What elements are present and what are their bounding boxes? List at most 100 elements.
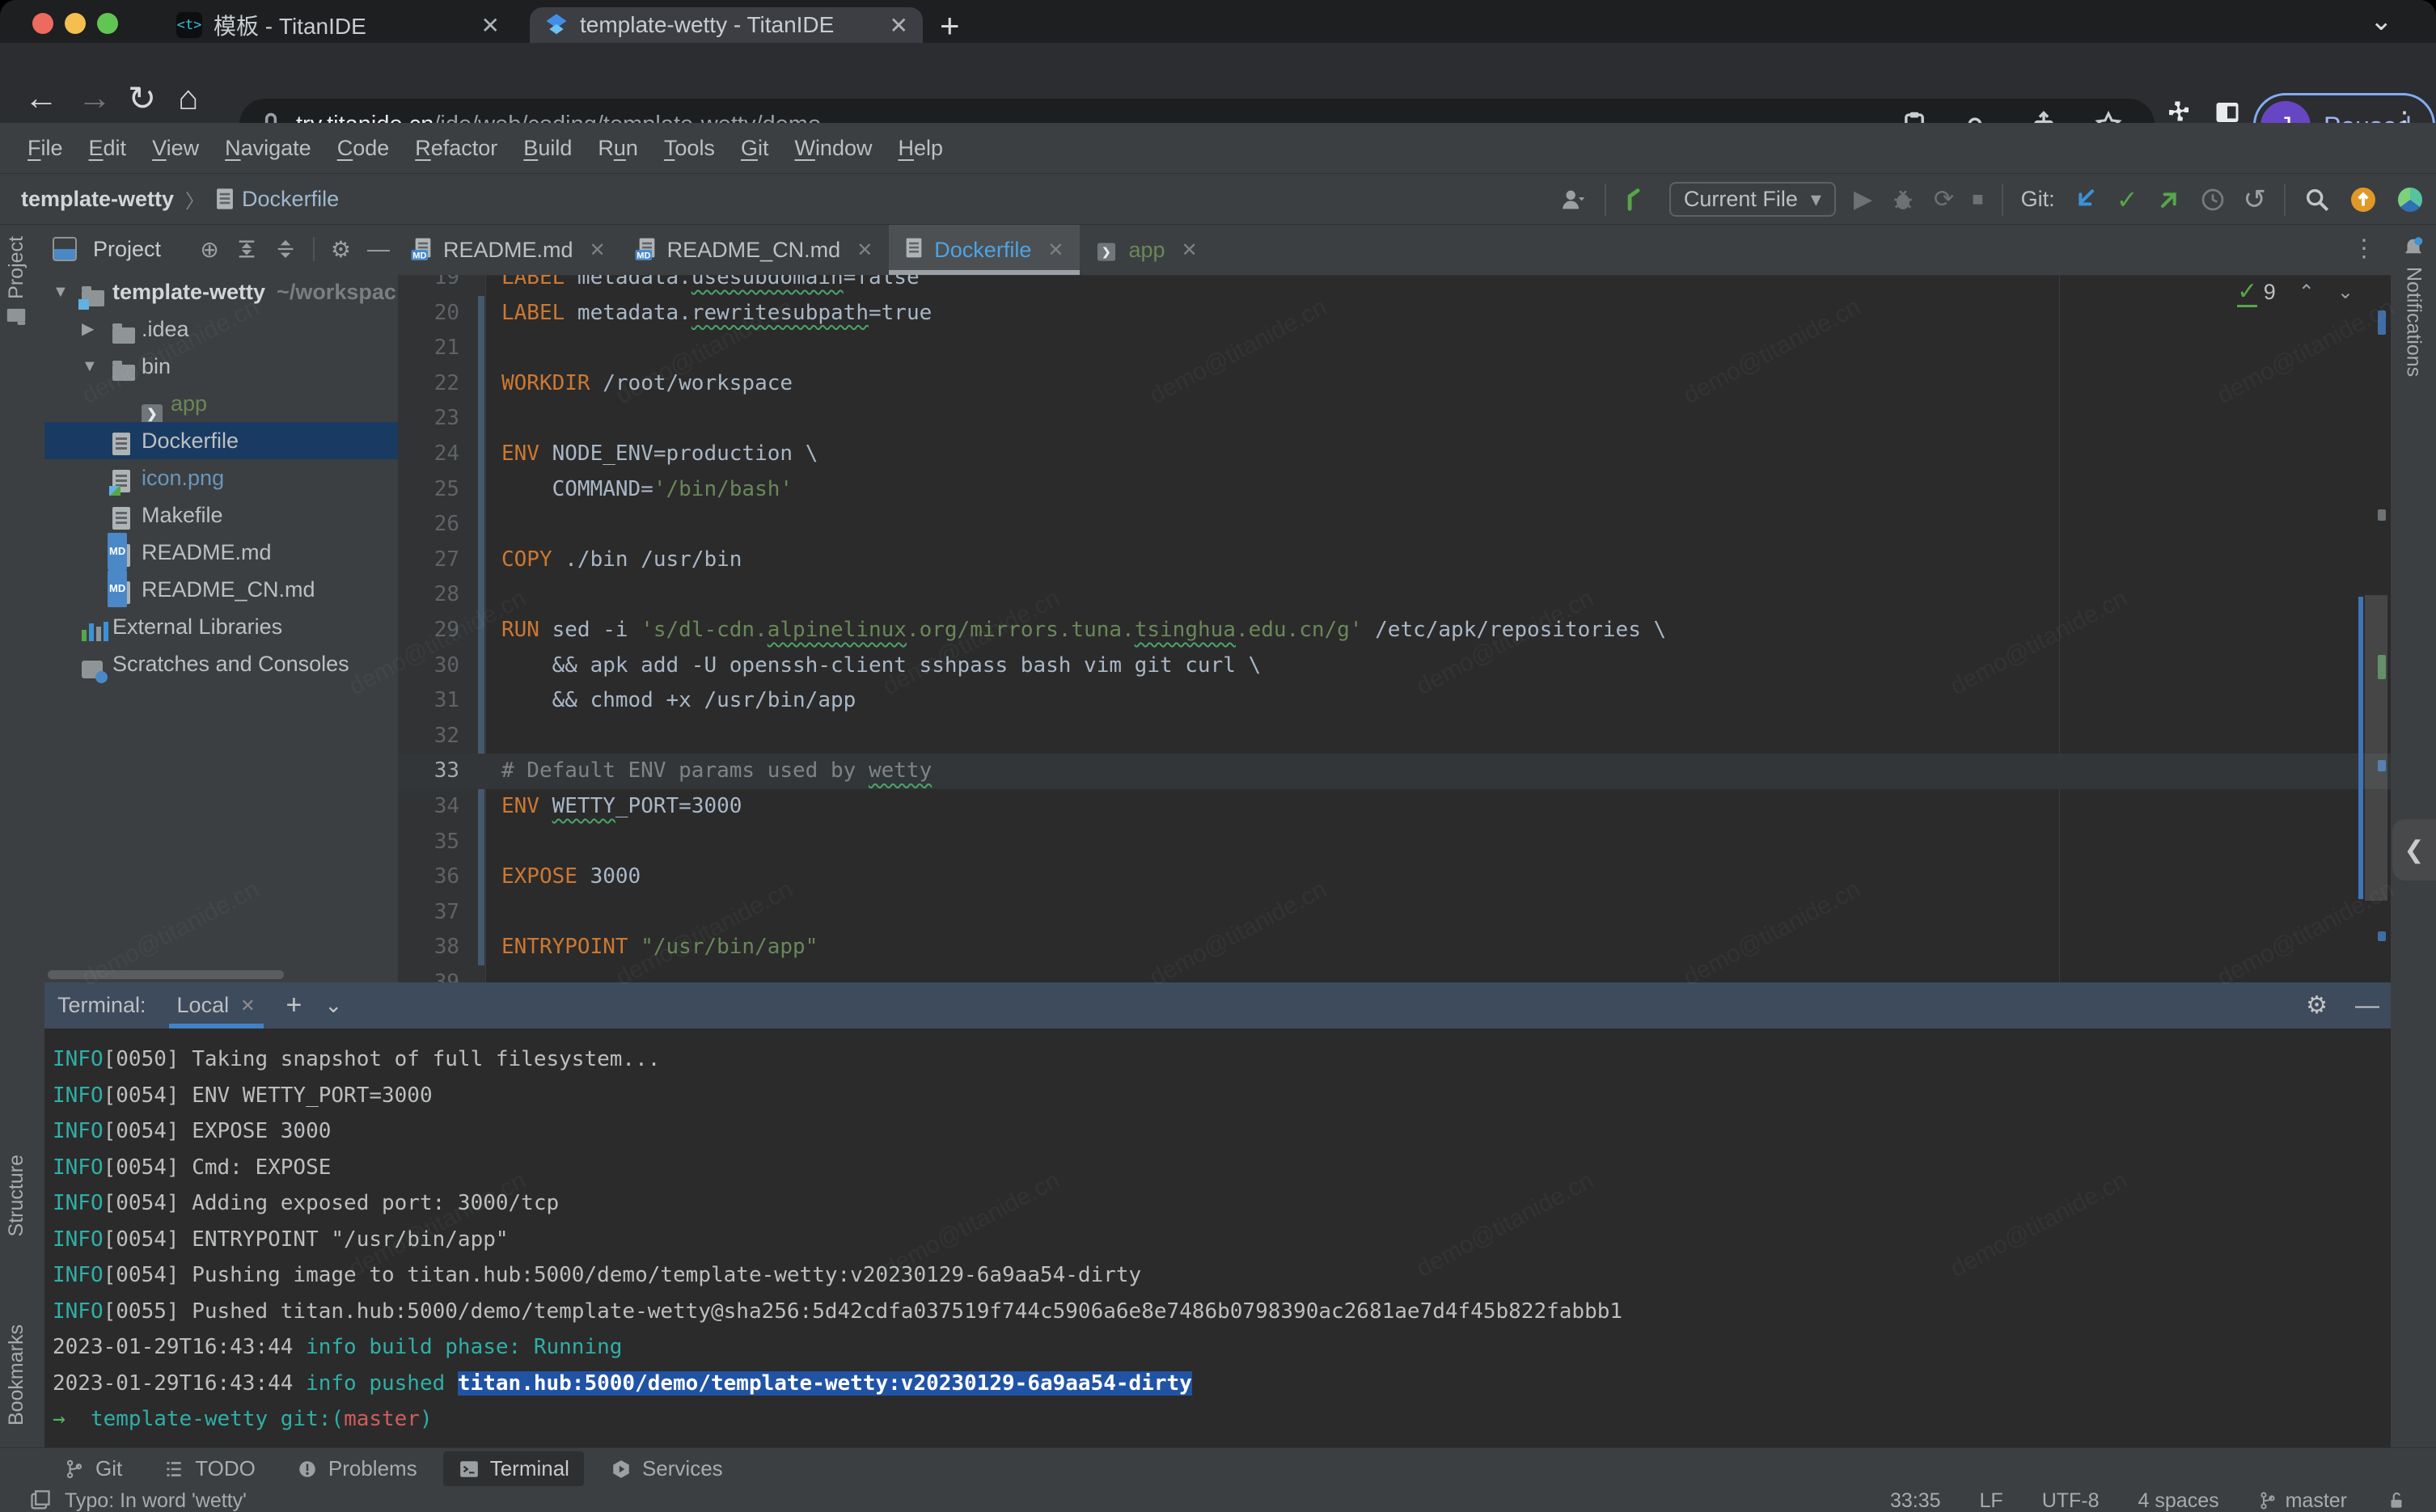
menu-git[interactable]: Git xyxy=(728,136,782,161)
tab-search-icon[interactable]: ⌄ xyxy=(2370,5,2393,37)
caret-position[interactable]: 33:35 xyxy=(1890,1489,1941,1512)
collapse-all-icon[interactable] xyxy=(274,238,297,260)
restore-panel-chevron[interactable]: ❮ xyxy=(2392,819,2436,881)
tool-stripe-bookmarks[interactable]: Bookmarks xyxy=(5,1324,28,1425)
toolwindow-button-git[interactable]: Git xyxy=(49,1451,137,1486)
back-icon[interactable]: ← xyxy=(24,78,58,117)
stripe-mark-blue[interactable] xyxy=(2378,310,2386,335)
stripe-mark-blue[interactable] xyxy=(2378,931,2386,941)
next-problem-icon[interactable]: ⌄ xyxy=(2337,281,2354,304)
code-line-37[interactable]: 37 xyxy=(398,895,2391,931)
user-dropdown-icon[interactable] xyxy=(1559,186,1587,213)
tree-item-app[interactable]: ❯app xyxy=(44,385,398,422)
editor-tab-readme-cn-md[interactable]: MDREADME_CN.md✕ xyxy=(622,225,890,275)
tree-item-bin[interactable]: ▼bin xyxy=(44,348,398,385)
project-panel-hscrollbar[interactable] xyxy=(48,970,284,979)
browser-tab-inactive[interactable]: <t> 模板 - TitanIDE ✕ xyxy=(162,7,514,43)
run-configuration-select[interactable]: Current File ▾ xyxy=(1669,182,1836,217)
update-available-icon[interactable] xyxy=(2349,185,2378,214)
close-tab-icon[interactable]: ✕ xyxy=(890,12,908,39)
inspections-widget[interactable]: ✓ 9 ⌃ ⌄ xyxy=(2237,280,2354,305)
code-line-36[interactable]: 36EXPOSE 3000 xyxy=(398,859,2391,895)
git-branch-widget[interactable]: master xyxy=(2258,1489,2347,1512)
close-terminal-tab-icon[interactable]: ✕ xyxy=(240,995,255,1016)
editor-tab-readme-md[interactable]: MDREADME.md✕ xyxy=(398,225,622,275)
run-coverage-icon[interactable]: ⟳ xyxy=(1934,185,1954,213)
code-line-27[interactable]: 27COPY ./bin /usr/bin xyxy=(398,543,2391,578)
terminal-settings-gear-icon[interactable]: ⚙ xyxy=(2306,991,2328,1020)
editor-tab-dockerfile[interactable]: Dockerfile✕ xyxy=(889,225,1080,275)
code-line-38[interactable]: 38ENTRYPOINT "/usr/bin/app" xyxy=(398,930,2391,965)
menu-navigate[interactable]: Navigate xyxy=(212,136,324,161)
tree-item-readme-md[interactable]: MDREADME.md xyxy=(44,534,398,571)
indent-setting[interactable]: 4 spaces xyxy=(2138,1489,2219,1512)
code-line-24[interactable]: 24ENV NODE_ENV=production \ xyxy=(398,437,2391,472)
menu-file[interactable]: File xyxy=(15,136,76,161)
minimize-window-button[interactable] xyxy=(65,13,86,34)
code-line-39[interactable]: 39 xyxy=(398,965,2391,982)
code-line-35[interactable]: 35 xyxy=(398,825,2391,860)
close-tab-icon[interactable]: ✕ xyxy=(856,239,873,262)
menu-tools[interactable]: Tools xyxy=(651,136,728,161)
code-line-21[interactable]: 21 xyxy=(398,331,2391,366)
menu-help[interactable]: Help xyxy=(885,136,956,161)
editor-tab-app[interactable]: ❯app✕ xyxy=(1080,225,1213,275)
toolwindow-button-problems[interactable]: Problems xyxy=(281,1451,432,1486)
select-opened-file-icon[interactable]: ⊕ xyxy=(200,236,218,263)
build-arrow-icon[interactable] xyxy=(1624,186,1651,213)
menu-refactor[interactable]: Refactor xyxy=(402,136,510,161)
code-line-32[interactable]: 32 xyxy=(398,719,2391,754)
browser-tab-active[interactable]: template-wetty - TitanIDE ✕ xyxy=(530,7,923,43)
git-commit-icon[interactable]: ✓ xyxy=(2117,184,2138,215)
terminal-output[interactable]: INFO[0050] Taking snapshot of full files… xyxy=(44,1028,2391,1438)
tree-item-external-libraries[interactable]: External Libraries xyxy=(44,608,398,645)
tree-item-dockerfile[interactable]: Dockerfile xyxy=(44,422,398,459)
history-clock-icon[interactable] xyxy=(2200,187,2226,213)
tool-stripe-structure[interactable]: Structure xyxy=(5,1155,28,1236)
code-line-28[interactable]: 28 xyxy=(398,577,2391,613)
maximize-window-button[interactable] xyxy=(97,13,118,34)
forward-icon[interactable]: → xyxy=(78,78,112,117)
tree-expanded-chevron-icon[interactable]: ▼ xyxy=(82,348,98,385)
git-update-icon[interactable] xyxy=(2073,187,2099,213)
menu-run[interactable]: Run xyxy=(585,136,651,161)
close-window-button[interactable] xyxy=(32,13,53,34)
tool-stripe-notifications[interactable]: Notifications xyxy=(2391,225,2436,377)
code-line-29[interactable]: 29RUN sed -i 's/dl-cdn.alpinelinux.org/m… xyxy=(398,613,2391,648)
tree-collapsed-chevron-icon[interactable]: ▶ xyxy=(82,310,94,348)
tree-item-scratches-and-consoles[interactable]: Scratches and Consoles xyxy=(44,645,398,682)
close-tab-icon[interactable]: ✕ xyxy=(590,239,606,262)
search-everywhere-icon[interactable] xyxy=(2303,186,2331,213)
hide-terminal-icon[interactable]: — xyxy=(2355,992,2379,1020)
tree-item-icon-png[interactable]: icon.png xyxy=(44,459,398,496)
code-line-22[interactable]: 22WORKDIR /root/workspace xyxy=(398,366,2391,402)
project-panel-title[interactable]: Project xyxy=(93,237,161,262)
menu-build[interactable]: Build xyxy=(510,136,585,161)
panel-settings-gear-icon[interactable]: ⚙ xyxy=(331,236,351,263)
code-line-20[interactable]: 20LABEL metadata.rewritesubpath=true xyxy=(398,296,2391,332)
close-tab-icon[interactable]: ✕ xyxy=(481,12,500,39)
breadcrumb-file[interactable]: Dockerfile xyxy=(242,187,339,212)
terminal-tab-local[interactable]: Local ✕ xyxy=(169,982,264,1028)
tool-stripe-project[interactable]: Project xyxy=(5,236,28,327)
code-line-23[interactable]: 23 xyxy=(398,401,2391,437)
hide-panel-icon[interactable]: — xyxy=(367,236,390,262)
stripe-mark-gray[interactable] xyxy=(2378,509,2386,521)
stop-button[interactable]: ■ xyxy=(1972,188,1984,211)
rollback-icon[interactable]: ↺ xyxy=(2244,184,2267,216)
reload-icon[interactable]: ↻ xyxy=(128,78,156,118)
unlock-icon[interactable] xyxy=(2386,1490,2407,1511)
toolwindow-button-todo[interactable]: TODO xyxy=(148,1451,270,1486)
close-tab-icon[interactable]: ✕ xyxy=(1182,239,1198,262)
expand-all-icon[interactable] xyxy=(235,238,258,260)
tree-expanded-chevron-icon[interactable]: ▼ xyxy=(53,273,69,310)
toolwindow-button-services[interactable]: Services xyxy=(595,1451,738,1486)
file-encoding[interactable]: UTF-8 xyxy=(2042,1489,2100,1512)
code-line-30[interactable]: 30 && apk add -U openssh-client sshpass … xyxy=(398,648,2391,684)
code-line-34[interactable]: 34ENV WETTY_PORT=3000 xyxy=(398,789,2391,825)
tree-item-template-wetty[interactable]: ▼template-wetty~/workspac xyxy=(44,273,398,310)
menu-view[interactable]: View xyxy=(139,136,212,161)
debug-bug-icon[interactable] xyxy=(1890,187,1916,213)
editor-scrollbar-thumb[interactable] xyxy=(2365,595,2387,901)
git-push-icon[interactable] xyxy=(2156,187,2182,213)
